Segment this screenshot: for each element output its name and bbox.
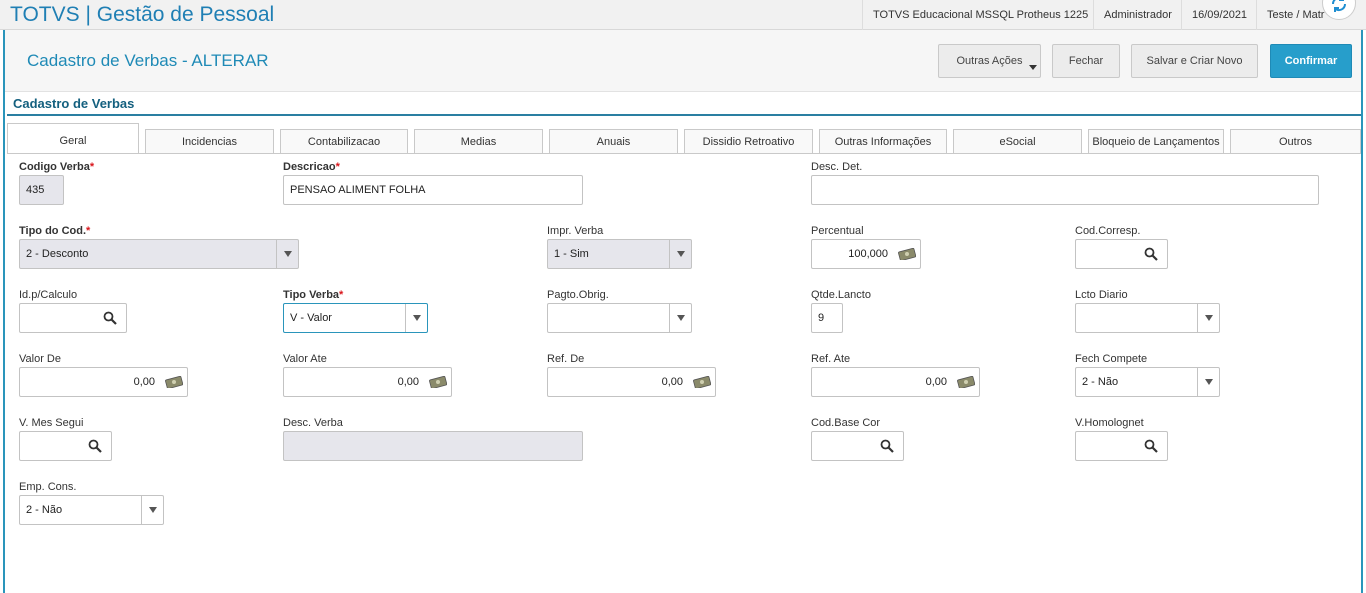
id-calculo-field[interactable]: [19, 303, 127, 333]
tab-medias[interactable]: Medias: [414, 129, 543, 154]
descricao-label: Descricao*: [283, 161, 340, 173]
chevron-down-icon: [1029, 65, 1037, 70]
id-calculo-label: Id.p/Calculo: [19, 289, 78, 301]
tipo-verba-label: Tipo Verba*: [283, 289, 344, 301]
tab-geral[interactable]: Geral: [7, 123, 139, 154]
form-header: Cadastro de Verbas - ALTERAR Outras Açõe…: [5, 30, 1361, 92]
tipo-cod-value: 2 - Desconto: [26, 248, 89, 260]
search-icon[interactable]: [103, 311, 117, 325]
valor-ate-label: Valor Ate: [283, 353, 327, 365]
v-homolognet-field[interactable]: [1075, 431, 1168, 461]
impr-verba-select[interactable]: 1 - Sim: [547, 239, 692, 269]
percentual-field[interactable]: 100,000: [811, 239, 921, 269]
lcto-diario-select[interactable]: [1075, 303, 1220, 333]
tipo-cod-label: Tipo do Cod.*: [19, 225, 91, 237]
pagto-obrig-select[interactable]: [547, 303, 692, 333]
fech-compete-value: 2 - Não: [1082, 376, 1119, 388]
valor-ate-field[interactable]: 0,00: [283, 367, 452, 397]
section-divider: [7, 114, 1361, 116]
v-homolognet-label: V.Homolognet: [1075, 417, 1144, 429]
top-bar: TOTVS | Gestão de Pessoal TOTVS Educacio…: [0, 0, 1366, 30]
tab-anuais[interactable]: Anuais: [549, 129, 678, 154]
date-info: 16/09/2021: [1181, 0, 1257, 30]
ref-ate-value: 0,00: [925, 376, 947, 388]
app-title: TOTVS | Gestão de Pessoal: [10, 3, 275, 26]
desc-verba-label: Desc. Verba: [283, 417, 343, 429]
fech-compete-select[interactable]: 2 - Não: [1075, 367, 1220, 397]
chevron-down-icon[interactable]: [669, 304, 691, 332]
descricao-field[interactable]: PENSAO ALIMENT FOLHA: [283, 175, 583, 205]
section-title: Cadastro de Verbas: [13, 96, 135, 111]
tipo-verba-value: V - Valor: [290, 312, 332, 324]
calculator-icon[interactable]: [165, 376, 183, 388]
chevron-down-icon[interactable]: [1197, 304, 1219, 332]
pagto-obrig-label: Pagto.Obrig.: [547, 289, 609, 301]
qtde-lancto-field[interactable]: 9: [811, 303, 843, 333]
calculator-icon[interactable]: [957, 376, 975, 388]
tab-incidencias[interactable]: Incidencias: [145, 129, 274, 154]
chevron-down-icon[interactable]: [405, 304, 427, 332]
tab-dissidio-retroativo[interactable]: Dissidio Retroativo: [684, 129, 813, 154]
user-info[interactable]: Administrador: [1093, 0, 1182, 30]
tab-esocial[interactable]: eSocial: [953, 129, 1082, 154]
v-mes-segui-field[interactable]: [19, 431, 112, 461]
tab-contabilizacao[interactable]: Contabilizacao: [280, 129, 408, 154]
search-icon[interactable]: [880, 439, 894, 453]
ref-ate-field[interactable]: 0,00: [811, 367, 980, 397]
codigo-verba-label: Codigo Verba*: [19, 161, 95, 173]
cod-base-cor-label: Cod.Base Cor: [811, 417, 881, 429]
tab-bloqueio-lancamentos[interactable]: Bloqueio de Lançamentos: [1088, 129, 1224, 154]
codigo-verba-field[interactable]: 435: [19, 175, 64, 205]
desc-det-field[interactable]: [811, 175, 1319, 205]
valor-de-label: Valor De: [19, 353, 61, 365]
valor-ate-value: 0,00: [397, 376, 419, 388]
ref-de-label: Ref. De: [547, 353, 585, 365]
ref-ate-label: Ref. Ate: [811, 353, 851, 365]
cod-corresp-field[interactable]: [1075, 239, 1168, 269]
chevron-down-icon[interactable]: [276, 240, 298, 268]
qtde-lancto-label: Qtde.Lancto: [811, 289, 871, 301]
calculator-icon[interactable]: [693, 376, 711, 388]
percentual-label: Percentual: [811, 225, 864, 237]
desc-verba-field[interactable]: [283, 431, 583, 461]
ref-de-value: 0,00: [661, 376, 683, 388]
chevron-down-icon[interactable]: [1197, 368, 1219, 396]
environment-info: TOTVS Educacional MSSQL Protheus 1225: [862, 0, 1098, 30]
page-title: Cadastro de Verbas - ALTERAR: [27, 51, 269, 70]
tipo-cod-select[interactable]: 2 - Desconto: [19, 239, 299, 269]
save-and-new-button[interactable]: Salvar e Criar Novo: [1131, 44, 1258, 78]
tab-outras-informacoes[interactable]: Outras Informações: [819, 129, 947, 154]
search-icon[interactable]: [1144, 439, 1158, 453]
tab-outros[interactable]: Outros: [1230, 129, 1361, 154]
other-actions-button[interactable]: Outras Ações: [938, 44, 1041, 78]
valor-de-field[interactable]: 0,00: [19, 367, 188, 397]
calculator-icon[interactable]: [898, 248, 916, 260]
valor-de-value: 0,00: [133, 376, 155, 388]
chevron-down-icon[interactable]: [669, 240, 691, 268]
v-mes-segui-label: V. Mes Segui: [19, 417, 84, 429]
cod-base-cor-field[interactable]: [811, 431, 904, 461]
tipo-verba-select[interactable]: V - Valor: [283, 303, 428, 333]
lcto-diario-label: Lcto Diario: [1075, 289, 1128, 301]
close-button[interactable]: Fechar: [1052, 44, 1120, 78]
fech-compete-label: Fech Compete: [1075, 353, 1148, 365]
cod-corresp-label: Cod.Corresp.: [1075, 225, 1141, 237]
chevron-down-icon[interactable]: [141, 496, 163, 524]
ref-de-field[interactable]: 0,00: [547, 367, 716, 397]
desc-det-label: Desc. Det.: [811, 161, 863, 173]
other-actions-label: Outras Ações: [956, 55, 1023, 67]
search-icon[interactable]: [88, 439, 102, 453]
confirm-button[interactable]: Confirmar: [1270, 44, 1352, 78]
percentual-value: 100,000: [848, 248, 888, 260]
emp-cons-select[interactable]: 2 - Não: [19, 495, 164, 525]
impr-verba-value: 1 - Sim: [554, 248, 589, 260]
emp-cons-value: 2 - Não: [26, 504, 63, 516]
emp-cons-label: Emp. Cons.: [19, 481, 77, 493]
search-icon[interactable]: [1144, 247, 1158, 261]
impr-verba-label: Impr. Verba: [547, 225, 604, 237]
calculator-icon[interactable]: [429, 376, 447, 388]
